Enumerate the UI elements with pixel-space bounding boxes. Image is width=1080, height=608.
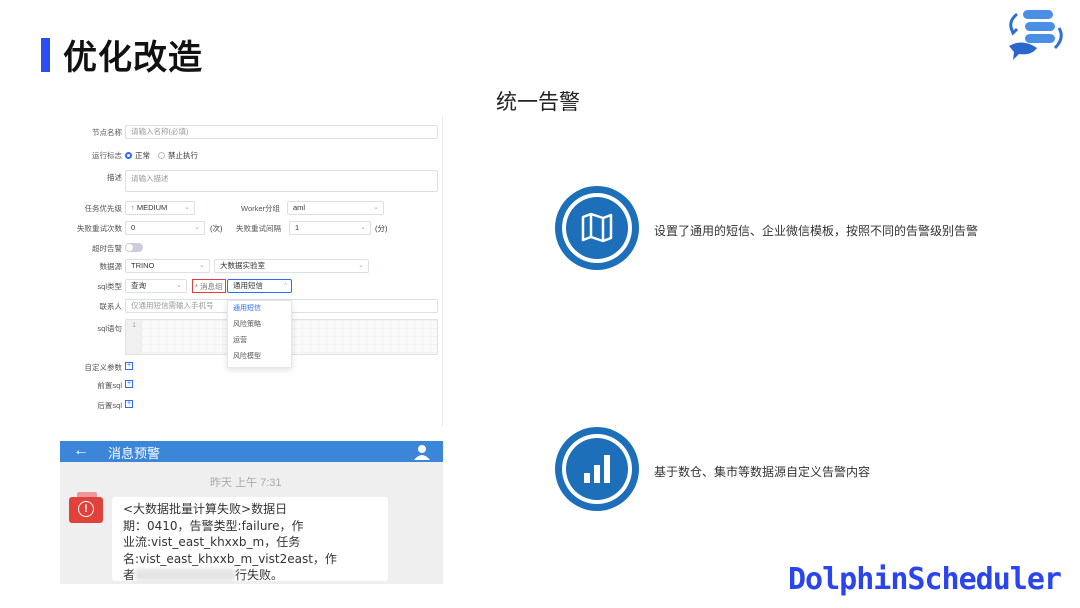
sql-type-label: sql类型 <box>97 282 122 291</box>
datasource-label: 数据源 <box>99 262 123 271</box>
form-row-description: 描述 请输入描述 <box>60 170 443 192</box>
priority-label: 任务优先级 <box>84 204 123 213</box>
datasource-name-select[interactable]: 大数据实验室 ⌄ <box>214 259 369 273</box>
feature-2-badge <box>555 427 639 511</box>
description-textarea[interactable]: 请输入描述 <box>125 170 438 192</box>
message-header-title: 消息预警 <box>108 447 161 462</box>
bar-chart-icon <box>584 455 610 483</box>
form-row-priority: 任务优先级 ↑ MEDIUM ⌄ Worker分组 aml ⌄ <box>60 201 443 215</box>
retry-times-label: 失败重试次数 <box>77 224 122 233</box>
chevron-down-icon: ⌄ <box>358 262 364 269</box>
chevron-down-icon: ⌄ <box>373 204 379 211</box>
retry-interval-label: 失败重试间隔 <box>236 224 281 233</box>
radio-unchecked-icon <box>158 152 165 159</box>
contact-label: 联系人 <box>99 302 123 311</box>
form-row-post-sql: 后置sql + <box>60 398 443 412</box>
form-row-timeout: 超时告警 <box>60 241 443 255</box>
message-line: 名:vist_east_khxxb_m_vist2east，作 <box>123 551 337 566</box>
dropdown-option[interactable]: 通用短信 <box>228 301 291 317</box>
pre-sql-label: 前置sql <box>97 381 122 390</box>
chevron-up-icon: ^ <box>284 283 287 289</box>
retry-times-input[interactable]: 0 ⌄ <box>125 221 205 235</box>
datasource-type-select[interactable]: TRINO ⌄ <box>125 259 210 273</box>
form-row-run-flag: 运行标志 正常 禁止执行 <box>60 148 443 162</box>
custom-params-label: 自定义参数 <box>84 363 123 372</box>
redacted-block <box>135 569 236 581</box>
chevron-down-icon: ⌄ <box>176 282 182 289</box>
chevron-down-icon: ⌄ <box>199 262 205 269</box>
worker-group-label: Worker分组 <box>241 204 281 213</box>
dolphinscheduler-logo-icon <box>1009 10 1063 60</box>
message-group-label: * 消息组 <box>192 279 226 293</box>
message-line: 业流:vist_east_khxxb_m，任务 <box>123 535 301 549</box>
back-arrow-icon[interactable]: ← <box>73 441 89 460</box>
add-param-icon[interactable]: + <box>125 362 133 370</box>
worker-group-select[interactable]: aml ⌄ <box>287 201 384 215</box>
retry-times-unit: (次) <box>210 224 223 233</box>
task-form-panel: 节点名称 请输入名称(必填) 运行标志 正常 禁止执行 描述 请输入描述 任务优… <box>60 114 443 426</box>
add-pre-sql-icon[interactable]: + <box>125 380 133 388</box>
message-line-last: 者行失败。 <box>123 568 284 582</box>
chevron-down-icon: ⌄ <box>360 224 366 231</box>
chevron-down-icon: ⌄ <box>194 224 200 231</box>
title-accent-bar <box>41 38 50 72</box>
node-name-label: 节点名称 <box>92 128 122 137</box>
line-number: 1 <box>126 320 142 354</box>
description-label: 描述 <box>107 173 122 182</box>
node-name-input[interactable]: 请输入名称(必填) <box>125 125 438 139</box>
run-flag-label: 运行标志 <box>92 151 122 160</box>
retry-interval-input[interactable]: 1 ⌄ <box>289 221 371 235</box>
message-header: ← 消息预警 <box>60 441 443 462</box>
form-row-retry: 失败重试次数 0 ⌄ (次) 失败重试间隔 1 ⌄ (分) <box>60 221 443 235</box>
sql-type-select[interactable]: 查询 ⌄ <box>125 279 187 293</box>
message-group-select[interactable]: 通用短信 ^ <box>227 279 292 293</box>
feature-1-text: 设置了通用的短信、企业微信模板，按照不同的告警级别告警 <box>654 224 979 238</box>
form-row-pre-sql: 前置sql + <box>60 378 443 392</box>
section-title: 统一告警 <box>496 90 580 114</box>
feature-2-text: 基于数仓、集市等数据源自定义告警内容 <box>654 465 871 479</box>
exclamation-icon: ! <box>78 501 94 517</box>
feature-1-badge <box>555 186 639 270</box>
message-line: <大数据批量计算失败>数据日 <box>123 502 288 516</box>
post-sql-label: 后置sql <box>97 401 122 410</box>
chevron-down-icon: ⌄ <box>184 204 190 211</box>
retry-interval-unit: (分) <box>375 224 388 233</box>
add-post-sql-icon[interactable]: + <box>125 400 133 408</box>
map-icon <box>581 212 613 243</box>
dropdown-option[interactable]: 运营 <box>228 333 291 349</box>
page-title: 优化改造 <box>63 38 203 78</box>
alert-message-bubble: <大数据批量计算失败>数据日 期：0410，告警类型:failure，作 业流:… <box>112 497 388 582</box>
message-group-dropdown: 通用短信 风险策略 运营 风险模型 <box>227 300 292 368</box>
timeout-toggle[interactable] <box>125 243 143 252</box>
run-forbidden-radio[interactable]: 禁止执行 <box>158 150 198 161</box>
timeout-label: 超时告警 <box>92 244 122 253</box>
run-normal-radio[interactable]: 正常 <box>125 150 150 161</box>
form-row-custom-params: 自定义参数 + <box>60 360 443 374</box>
brand-wordmark: DolphinScheduler <box>788 562 1062 597</box>
person-icon[interactable] <box>413 444 431 460</box>
dropdown-option[interactable]: 风险策略 <box>228 317 291 333</box>
alert-message-screenshot: ← 消息预警 昨天 上午 7:31 ! <大数据批量计算失败>数据日 期：041… <box>60 441 443 584</box>
form-row-node-name: 节点名称 请输入名称(必填) <box>60 125 443 139</box>
arrow-up-icon: ↑ <box>131 203 135 212</box>
message-line: 期：0410，告警类型:failure，作 <box>123 518 304 533</box>
alert-app-icon: ! <box>69 492 103 523</box>
radio-checked-icon <box>125 152 132 159</box>
form-row-sql-type: sql类型 查询 ⌄ * 消息组 通用短信 ^ <box>60 279 443 293</box>
form-row-datasource: 数据源 TRINO ⌄ 大数据实验室 ⌄ <box>60 259 443 273</box>
sql-label: sql语句 <box>97 324 122 333</box>
message-time: 昨天 上午 7:31 <box>210 477 282 489</box>
priority-select[interactable]: ↑ MEDIUM ⌄ <box>125 201 195 215</box>
